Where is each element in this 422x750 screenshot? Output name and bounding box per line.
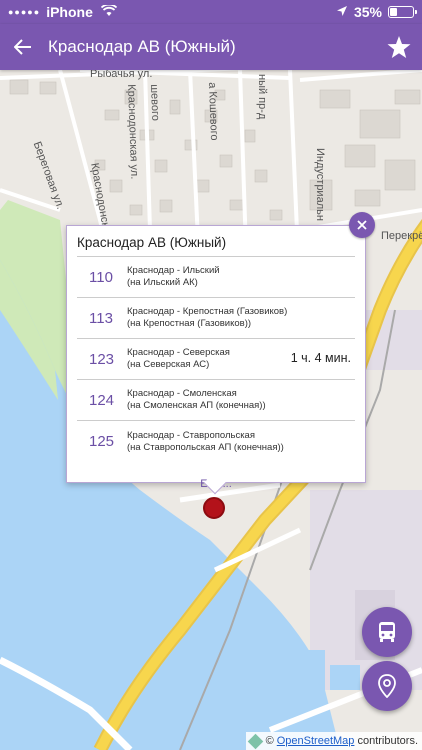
- route-direction: (на Ставропольская АП (конечная)): [127, 441, 284, 453]
- location-arrow-icon: [336, 4, 348, 20]
- route-name: Краснодар - Смоленская: [127, 388, 237, 399]
- street-label: Рыбачья ул.: [90, 70, 153, 80]
- stop-popup: Краснодар АВ (Южный) 110 Краснодар - Иль…: [66, 225, 366, 495]
- route-row[interactable]: 124 Краснодар - Смоленская (на Смоленска…: [77, 380, 355, 421]
- route-direction: (на Ильский АК): [127, 277, 198, 288]
- route-row[interactable]: 110 Краснодар - Ильский (на Ильский АК): [77, 257, 355, 298]
- street-label: шевого: [148, 84, 162, 122]
- route-name: Краснодар - Ставропольская: [127, 429, 255, 441]
- route-direction: (на Крепостная (Газовиков)): [127, 318, 252, 329]
- route-direction: (на Смоленская АП (конечная)): [127, 400, 266, 411]
- street-label: Индустриальн: [314, 148, 326, 221]
- route-direction: (на Северская АС): [127, 359, 210, 370]
- favorite-button[interactable]: [376, 24, 422, 70]
- route-number: 113: [89, 309, 113, 327]
- street-label: а Кошевого: [206, 82, 221, 141]
- bus-routes-button[interactable]: [362, 607, 412, 657]
- route-description: Краснодар - Северская (на Северская АС): [127, 347, 230, 371]
- arrival-time: 1 ч. 4 мин.: [290, 351, 351, 365]
- route-row[interactable]: 123 Краснодар - Северская (на Северская …: [77, 339, 355, 380]
- route-description: Краснодар - Смоленская (на Смоленская АП…: [127, 388, 266, 412]
- carrier-name: iPhone: [46, 4, 93, 20]
- route-name: Краснодар - Крепостная (Газовиков): [127, 306, 288, 317]
- battery-percent: 35%: [353, 4, 382, 20]
- route-name: Краснодар - Северская: [127, 347, 230, 358]
- signal-strength-icon: ●●●●●: [8, 7, 41, 17]
- route-number: 124: [89, 391, 115, 409]
- route-row[interactable]: 125 Краснодар - Ставропольская (на Ставр…: [77, 421, 355, 462]
- arrow-left-icon: [14, 39, 31, 55]
- popup-title: Краснодар АВ (Южный): [77, 235, 227, 250]
- back-button[interactable]: [0, 24, 46, 70]
- copyright-sign: ©: [265, 735, 274, 747]
- route-description: Краснодар - Ильский (на Ильский АК): [127, 265, 220, 289]
- status-bar: ●●●●● iPhone 35%: [0, 0, 422, 24]
- bus-stop-marker[interactable]: [203, 497, 225, 519]
- street-label: ный пр-д: [256, 74, 268, 120]
- street-label: Перекрё: [381, 230, 422, 242]
- openstreetmap-link[interactable]: OpenStreetMap: [277, 735, 355, 747]
- route-number: 110: [89, 268, 113, 286]
- route-description: Краснодар - Крепостная (Газовиков) (на К…: [127, 306, 287, 330]
- wifi-icon: [100, 3, 117, 20]
- attribution-suffix: contributors.: [357, 735, 418, 747]
- route-list: 110 Краснодар - Ильский (на Ильский АК) …: [77, 256, 355, 462]
- star-icon: [387, 36, 411, 58]
- close-icon: [357, 220, 367, 230]
- my-location-button[interactable]: [362, 661, 412, 711]
- battery-icon: [388, 6, 417, 18]
- route-number: 123: [89, 350, 115, 368]
- leaflet-logo-icon: [247, 733, 263, 749]
- page-title: Краснодар АВ (Южный): [48, 37, 236, 56]
- route-description: Краснодар - Ставропольская (на Ставропол…: [127, 430, 284, 454]
- bus-icon: [379, 622, 395, 642]
- close-popup-button[interactable]: [349, 212, 375, 238]
- route-number: 125: [89, 433, 115, 450]
- route-row[interactable]: 113 Краснодар - Крепостная (Газовиков) (…: [77, 298, 355, 339]
- map-attribution: © OpenStreetMap contributors.: [245, 732, 422, 750]
- app-bar: Краснодар АВ (Южный): [0, 24, 422, 70]
- route-name: Краснодар - Ильский: [127, 265, 220, 276]
- location-pin-icon: [378, 674, 396, 698]
